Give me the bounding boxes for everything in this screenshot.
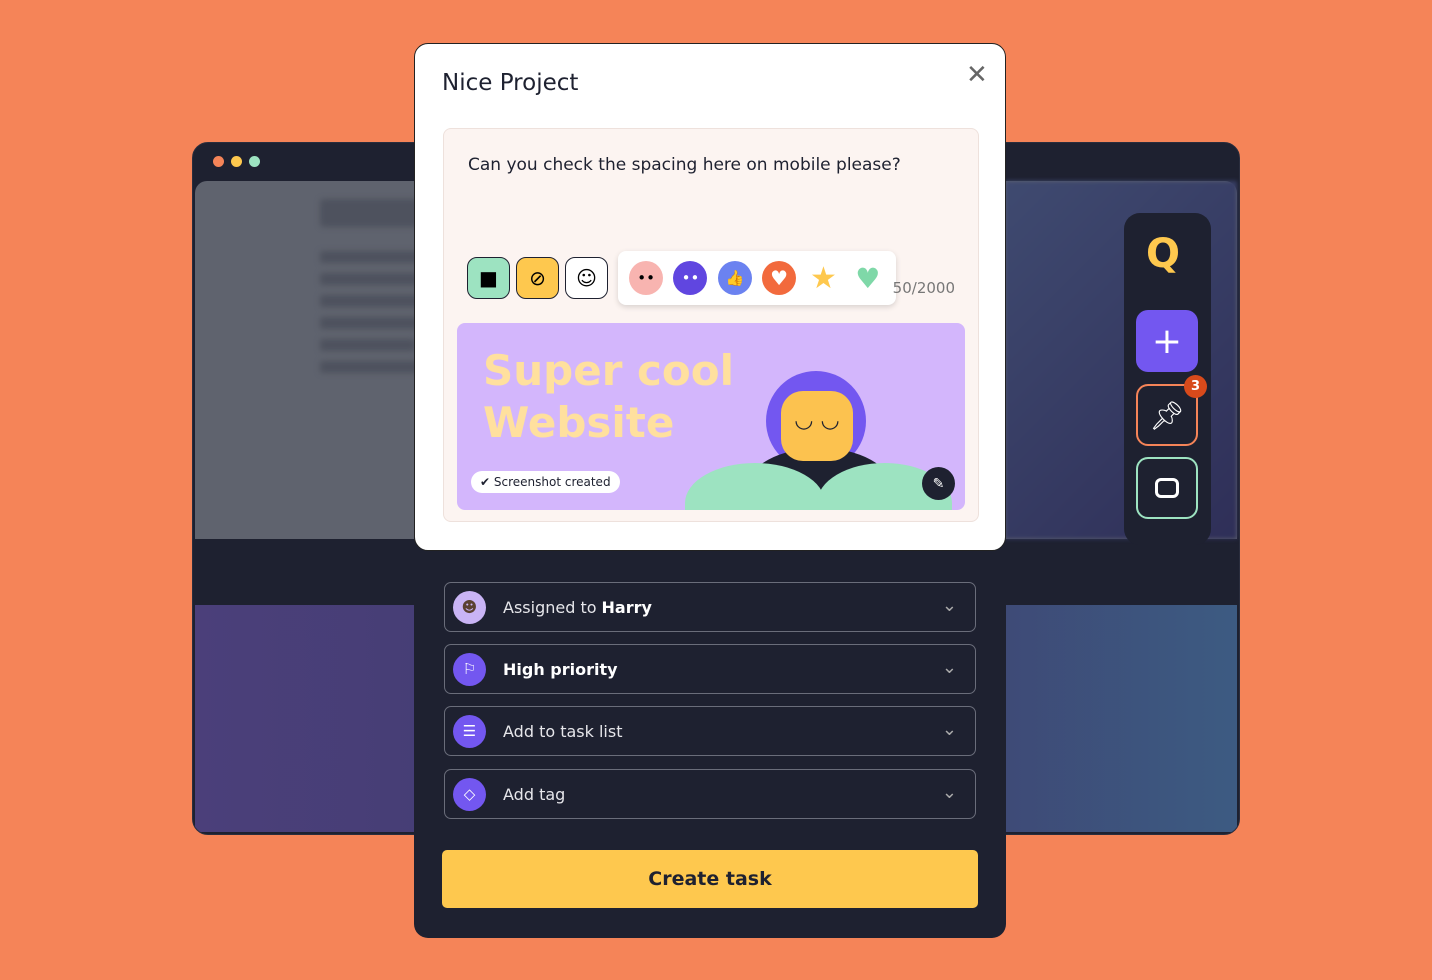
window-controls: [213, 156, 260, 167]
add-button[interactable]: +: [1136, 310, 1198, 372]
modal-title: Nice Project: [442, 70, 579, 96]
logo: Q: [1146, 231, 1181, 277]
notification-badge: 3: [1184, 375, 1207, 398]
annotate-edit-icon[interactable]: ✎: [922, 467, 955, 500]
assignee-dropdown[interactable]: ☻ Assigned to Harry ⌄: [444, 582, 976, 632]
comment-card: Can you check the spacing here on mobile…: [443, 128, 979, 522]
video-icon: [1155, 478, 1179, 498]
sidebar-toolbar: Q + 📌︎ 3: [1124, 213, 1211, 545]
heart-emoji[interactable]: ♥: [762, 261, 797, 295]
chevron-down-icon: ⌄: [941, 595, 957, 616]
paperclip-icon[interactable]: ⊘: [516, 257, 559, 299]
smiley-icon[interactable]: ☺: [565, 257, 608, 299]
character-count: 50/2000: [892, 279, 955, 297]
minimize-dot[interactable]: [231, 156, 242, 167]
comment-text[interactable]: Can you check the spacing here on mobile…: [468, 155, 901, 175]
flag-icon: ⚐: [453, 652, 486, 686]
list-icon: ☰: [453, 714, 486, 748]
priority-dropdown[interactable]: ⚐ High priority ⌄: [444, 644, 976, 694]
screenshot-title: Super cool Website: [483, 346, 735, 447]
chevron-down-icon: ⌄: [941, 782, 957, 803]
task-list-dropdown[interactable]: ☰ Add to task list ⌄: [444, 706, 976, 756]
pink-blob-emoji[interactable]: ••: [629, 261, 664, 295]
task-modal: Nice Project ✕ Can you check the spacing…: [414, 43, 1006, 551]
pin-icon: 📌︎: [1149, 398, 1185, 432]
task-options-panel: ☻ Assigned to Harry ⌄ ⚐ High priority ⌄ ☰…: [414, 520, 1006, 938]
star-emoji[interactable]: ★: [806, 261, 840, 296]
record-video-button[interactable]: [1136, 457, 1198, 519]
tag-icon: ◇: [453, 777, 486, 811]
reaction-picker: •• •• 👍 ♥ ★ ♥: [618, 251, 896, 305]
smiling-face: ◡ ◡: [781, 391, 853, 461]
green-heart-emoji[interactable]: ♥: [851, 261, 885, 295]
purple-flower-emoji[interactable]: ••: [673, 261, 708, 295]
create-task-button[interactable]: Create task: [442, 850, 978, 908]
chevron-down-icon: ⌄: [941, 719, 957, 740]
maximize-dot[interactable]: [249, 156, 260, 167]
check-icon: ✔: [480, 475, 494, 489]
video-icon[interactable]: ■: [467, 257, 510, 299]
avatar: ☻: [453, 590, 486, 624]
close-icon[interactable]: ✕: [966, 60, 988, 90]
screenshot-preview[interactable]: Super cool Website ◡ ◡ ✔ Screenshot creat…: [457, 323, 965, 510]
plus-icon: +: [1151, 320, 1183, 362]
chevron-down-icon: ⌄: [941, 657, 957, 678]
screenshot-created-badge: ✔ Screenshot created: [471, 471, 620, 493]
thumbs-up-emoji[interactable]: 👍: [717, 261, 752, 295]
tag-dropdown[interactable]: ◇ Add tag ⌄: [444, 769, 976, 819]
close-dot[interactable]: [213, 156, 224, 167]
